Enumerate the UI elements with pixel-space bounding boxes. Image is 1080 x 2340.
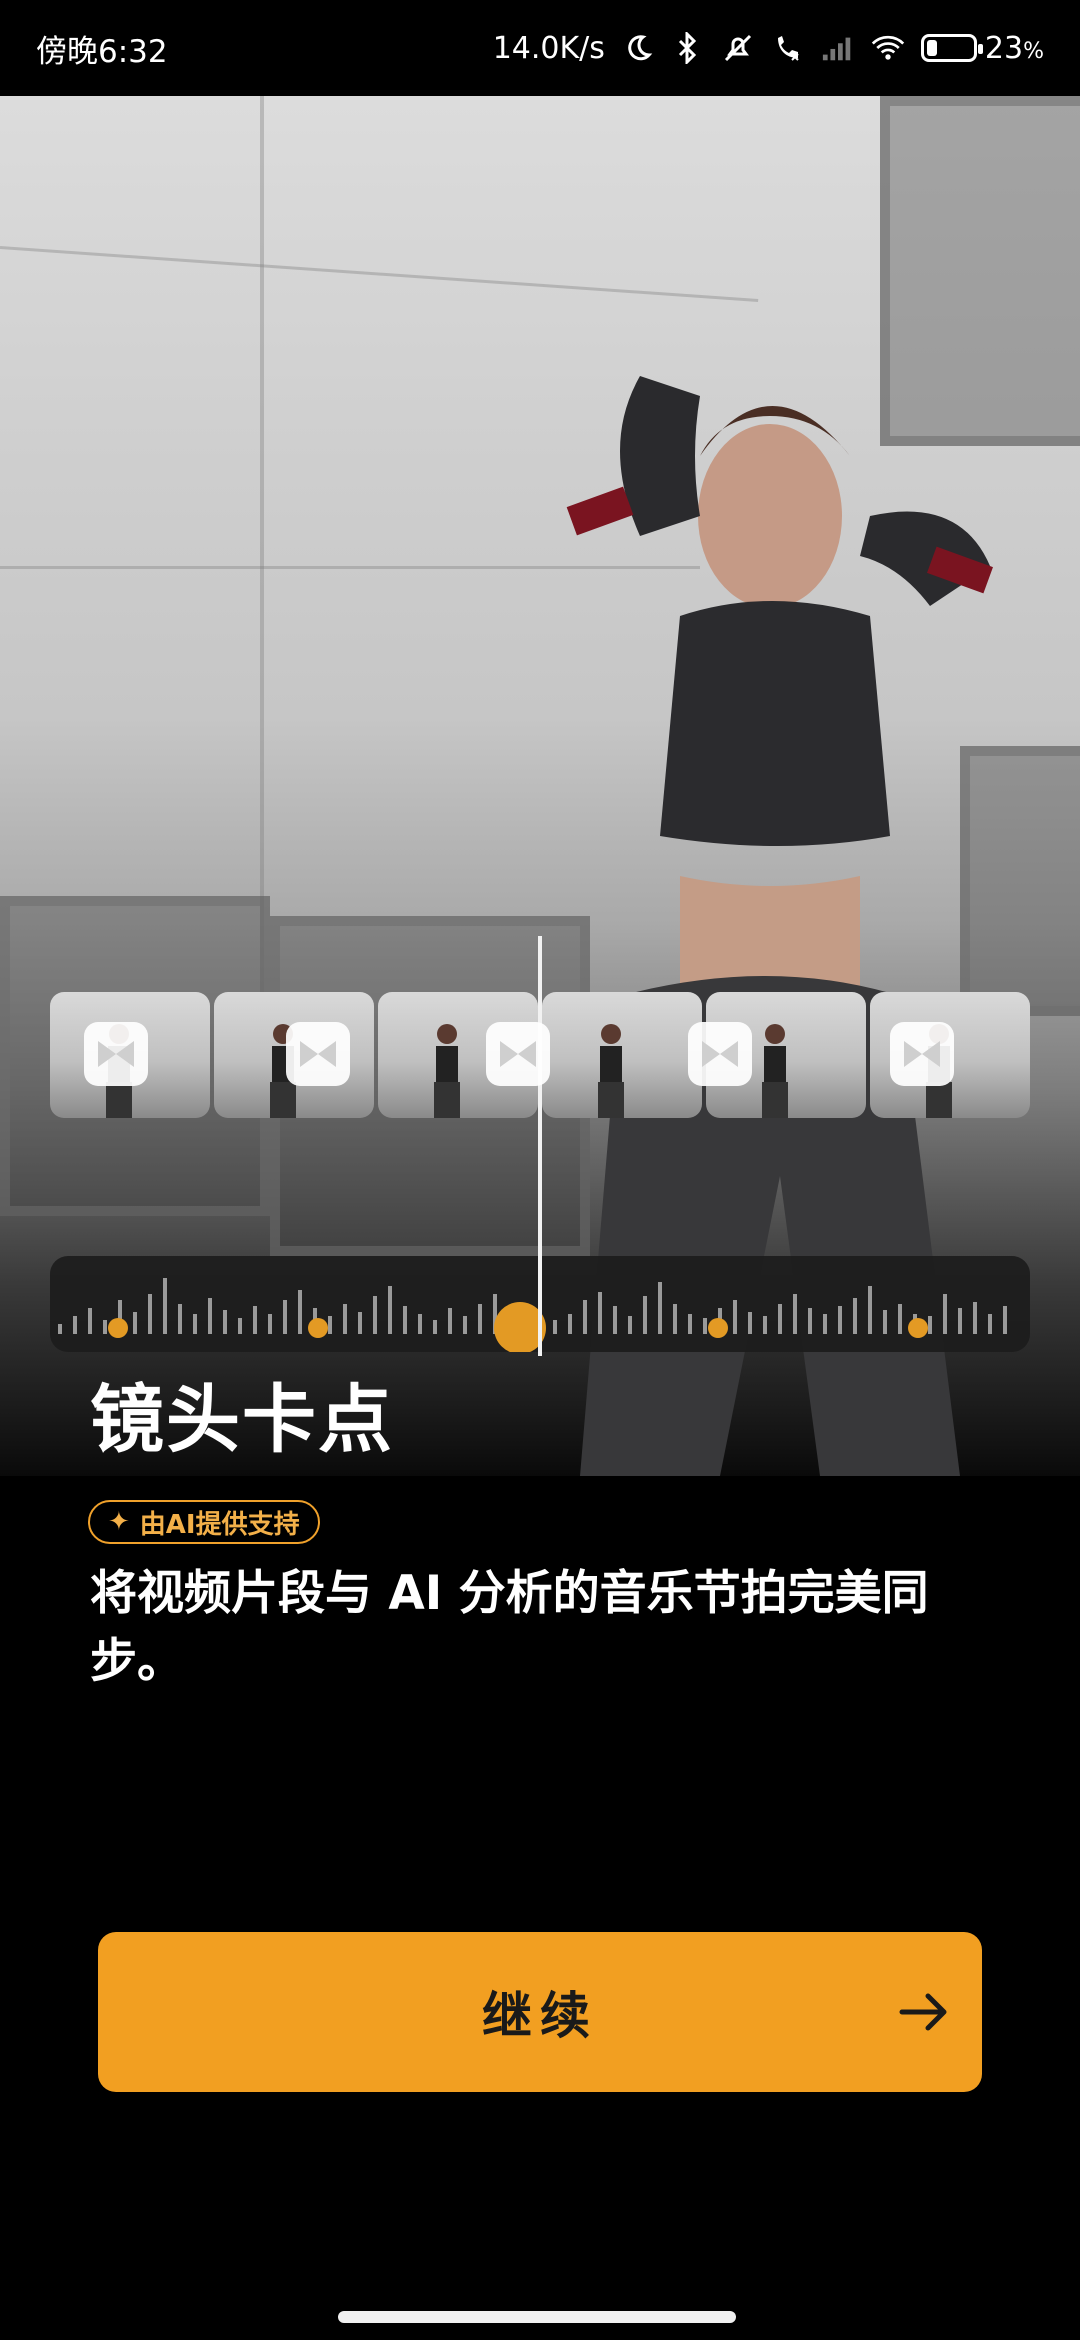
waveform-bar: [778, 1304, 782, 1334]
waveform-bar: [208, 1298, 212, 1334]
waveform-bar: [838, 1306, 842, 1334]
waveform-bar: [883, 1310, 887, 1334]
waveform-bar: [793, 1294, 797, 1334]
waveform-bar: [253, 1306, 257, 1334]
waveform-bar: [373, 1296, 377, 1334]
waveform-bar: [958, 1308, 962, 1334]
beat-marker: [908, 1318, 928, 1338]
waveform-bar: [808, 1308, 812, 1334]
waveform-bar: [388, 1286, 392, 1334]
waveform-bar: [688, 1314, 692, 1334]
waveform-bar: [853, 1298, 857, 1334]
waveform-bar: [298, 1290, 302, 1334]
waveform-bar: [103, 1320, 107, 1334]
battery-unit: %: [1023, 38, 1044, 64]
battery-indicator: 23%: [920, 30, 1044, 66]
bowtie-transition-icon[interactable]: [486, 1022, 550, 1086]
bowtie-transition-icon[interactable]: [688, 1022, 752, 1086]
waveform-bar: [568, 1314, 572, 1334]
hero-image: [0, 96, 1080, 1476]
battery-percent: 23: [984, 30, 1024, 66]
signal-off-icon: [821, 31, 855, 65]
mute-icon: [721, 31, 755, 65]
waveform-bar: [763, 1316, 767, 1334]
waveform-bar: [178, 1304, 182, 1334]
bowtie-transition-icon[interactable]: [286, 1022, 350, 1086]
network-speed: 14.0K/s: [492, 30, 605, 66]
waveform-bar: [1003, 1306, 1007, 1334]
beat-marker: [108, 1318, 128, 1338]
waveform-bar: [703, 1318, 707, 1334]
waveform-bar: [868, 1286, 872, 1334]
waveform-bar: [973, 1302, 977, 1334]
waveform-bar: [628, 1316, 632, 1334]
waveform-bar: [418, 1314, 422, 1334]
clip-thumbnail[interactable]: [542, 992, 702, 1118]
waveform-bar: [733, 1300, 737, 1334]
waveform-bar: [163, 1278, 167, 1334]
beat-marker: [708, 1318, 728, 1338]
sparkle-icon: ✦: [108, 1507, 130, 1537]
continue-label: 继续: [482, 1987, 598, 2045]
wifi-icon: [871, 31, 905, 65]
status-time: 傍晚6:32: [36, 33, 168, 70]
arrow-right-icon: [896, 1984, 952, 2040]
waveform-bar: [598, 1292, 602, 1334]
waveform-bar: [268, 1314, 272, 1334]
waveform-bar: [358, 1312, 362, 1334]
status-icons: 14.0K/s 23%: [493, 31, 1044, 66]
bowtie-transition-icon[interactable]: [84, 1022, 148, 1086]
waveform-bar: [673, 1304, 677, 1334]
waveform-bar: [223, 1310, 227, 1334]
waveform-bar: [823, 1314, 827, 1334]
waveform-bar: [658, 1282, 662, 1334]
waveform-bar: [58, 1324, 62, 1334]
waveform-bar: [238, 1318, 242, 1334]
feature-description: 将视频片段与 AI 分析的音乐节拍完美同步。: [90, 1566, 929, 1689]
beat-marker: [308, 1318, 328, 1338]
continue-button[interactable]: 继续: [98, 1932, 982, 2092]
bowtie-transition-icon[interactable]: [890, 1022, 954, 1086]
waveform-bar: [148, 1294, 152, 1334]
waveform-bar: [553, 1320, 557, 1334]
waveform-bar: [613, 1306, 617, 1334]
waveform-bar: [463, 1316, 467, 1334]
waveform-bar: [643, 1296, 647, 1334]
waveform-bar: [403, 1306, 407, 1334]
waveform-bar: [133, 1312, 137, 1334]
playhead-line-lower: [538, 1196, 542, 1356]
moon-icon: [621, 31, 655, 65]
waveform-bar: [88, 1308, 92, 1334]
waveform-bar: [928, 1316, 932, 1334]
waveform-bar: [988, 1314, 992, 1334]
ai-badge-label: 由AI提供支持: [139, 1509, 300, 1540]
waveform-bar: [478, 1304, 482, 1334]
waveform-bar: [898, 1304, 902, 1334]
call-icon: [771, 31, 805, 65]
waveform-bar: [328, 1316, 332, 1334]
waveform-bar: [583, 1300, 587, 1334]
waveform-bar: [943, 1294, 947, 1334]
feature-title: 镜头卡点: [90, 1377, 394, 1463]
bluetooth-icon: [671, 31, 705, 65]
waveform-bar: [283, 1300, 287, 1334]
ai-powered-badge: ✦ 由AI提供支持: [88, 1500, 320, 1544]
battery-icon: [920, 34, 983, 62]
waveform-bar: [448, 1308, 452, 1334]
home-indicator[interactable]: [338, 2311, 736, 2323]
waveform-bar: [343, 1304, 347, 1334]
waveform-bar: [433, 1320, 437, 1334]
status-bar: 傍晚6:32 14.0K/s 23%: [0, 0, 1080, 96]
waveform-bar: [748, 1312, 752, 1334]
waveform-bar: [193, 1314, 197, 1334]
waveform-bar: [73, 1316, 77, 1334]
